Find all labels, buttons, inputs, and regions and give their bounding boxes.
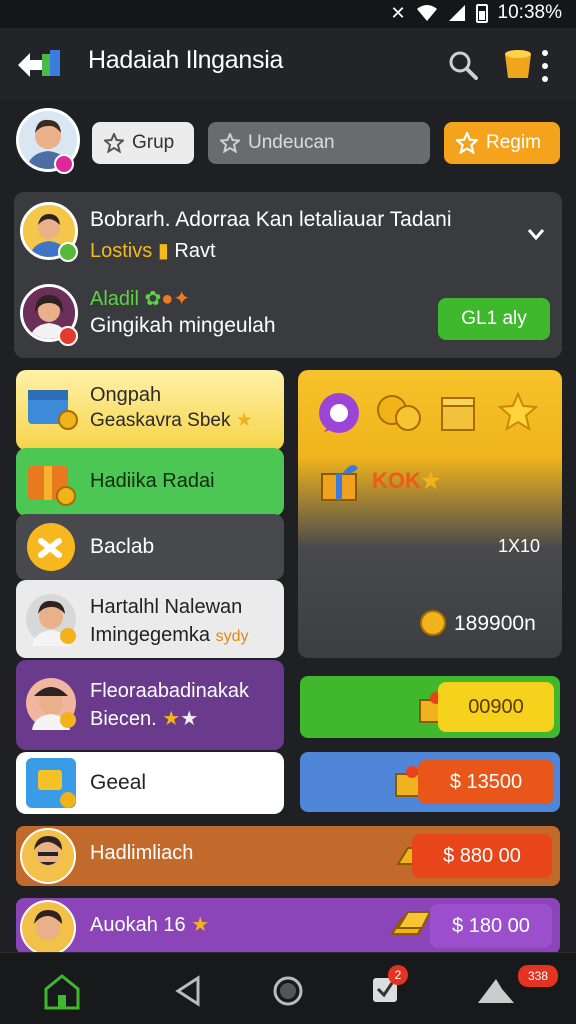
list-item-title: Ongpah <box>90 384 162 406</box>
get-button[interactable]: GL1 aly <box>438 298 550 340</box>
gift-icon <box>321 465 358 501</box>
notification-subtitle: Lostivs ▮ Ravt <box>90 238 216 263</box>
star-outline-icon <box>104 133 124 153</box>
list-item-subtitle: Imingegemka sydy <box>90 624 249 646</box>
notification-title: Bobrarh. Adorraa Kan letaliauar Tadani <box>90 208 452 231</box>
panel-badge-text: KOK★ <box>372 468 441 493</box>
back-arrow-icon[interactable] <box>16 48 62 82</box>
list-item-title: Hadiika Radai <box>90 470 215 492</box>
mute-icon: ✕ <box>390 2 406 24</box>
notification-subtitle-rest: Ravt <box>174 240 216 262</box>
clock: 10:38% <box>497 2 562 23</box>
offer-row[interactable]: Hadlimliach $ 880 00 <box>16 826 560 886</box>
avatar <box>20 828 76 884</box>
chevron-down-icon[interactable] <box>526 224 546 244</box>
box-icon <box>441 397 475 431</box>
notification-badge: 338 <box>518 965 558 987</box>
chip-label: Grup <box>132 132 175 153</box>
list-item[interactable]: Fleoraabadinakak Biecen. ★★ <box>16 660 284 750</box>
panel-count: 1X10 <box>498 536 541 556</box>
list-item[interactable]: Hartalhl Nalewan Imingegemka sydy <box>16 580 284 658</box>
notification-tag: Lostivs <box>90 240 153 262</box>
list-item-title: Fleoraabadinakak <box>90 680 249 702</box>
avatar <box>20 900 76 956</box>
treasure-box-icon <box>28 390 78 430</box>
list-item-subtitle: Biecen. ★★ <box>90 708 199 730</box>
offer-row[interactable]: $ 13500 <box>300 752 560 812</box>
badge-icon <box>27 523 75 571</box>
status-dot-icon <box>54 154 74 174</box>
signal-icon <box>448 5 465 21</box>
more-menu-icon[interactable] <box>538 50 552 82</box>
notification-badge: 2 <box>388 965 408 985</box>
chip-regim[interactable]: Regim <box>444 122 560 164</box>
send-icon[interactable] <box>476 975 516 1005</box>
ticket-icon <box>26 758 76 808</box>
list-item[interactable]: Geeal <box>16 752 284 814</box>
app-bar: Hadaiah Ilngansia <box>0 28 576 100</box>
offer-row[interactable]: 00900 <box>300 676 560 738</box>
home-icon[interactable] <box>42 973 82 1011</box>
chip-label: Regim <box>486 132 541 153</box>
coin-cup-icon[interactable] <box>503 48 533 80</box>
nav-back-icon[interactable] <box>174 975 202 1007</box>
list-item[interactable]: Ongpah Geaskavra Sbek ★ <box>16 370 284 450</box>
nav-home-circle-icon[interactable] <box>272 975 304 1007</box>
status-bar: ✕ 10:38% <box>0 0 576 28</box>
offer-row[interactable]: Auokah 16 ★ $ 180 00 <box>16 898 560 956</box>
notification-message: Gingikah mingeulah <box>90 314 276 337</box>
list-item-title: Geeal <box>90 771 147 794</box>
price-tag[interactable]: $ 180 00 <box>430 904 552 948</box>
search-icon[interactable] <box>448 50 478 80</box>
avatar <box>26 678 76 730</box>
chat-bubble-icon <box>319 393 359 433</box>
chip-label: Undeucan <box>248 132 335 153</box>
list-item[interactable]: Hadiika Radai <box>16 448 284 516</box>
coin-icon <box>420 610 446 636</box>
list-item-title: Hartalhl Nalewan <box>90 596 243 618</box>
alert-badge-icon <box>58 326 78 346</box>
price-tag[interactable]: $ 880 00 <box>412 834 552 878</box>
star-outline-icon <box>456 132 478 154</box>
star-outline-icon <box>220 133 240 153</box>
offer-row-label: Hadlimliach <box>90 842 194 864</box>
star-icon <box>498 392 538 432</box>
avatar <box>26 594 76 646</box>
list-item[interactable]: Baclab <box>16 514 284 580</box>
panel-total: 189900n <box>454 612 536 635</box>
coins-icon <box>377 395 421 431</box>
notification-card[interactable]: Bobrarh. Adorraa Kan letaliauar Tadani L… <box>14 192 562 358</box>
ticket-icon: ▮ <box>157 240 169 262</box>
price-tag[interactable]: $ 13500 <box>418 760 554 804</box>
battery-icon <box>475 4 488 23</box>
bottom-nav: 2 338 <box>0 952 576 1024</box>
chip-grup[interactable]: Grup <box>92 122 194 164</box>
gift-box-icon <box>28 466 76 506</box>
wifi-icon <box>416 5 437 21</box>
page-title: Hadaiah Ilngansia <box>88 46 284 74</box>
list-item-title: Baclab <box>90 535 155 558</box>
gold-bar-icon <box>390 911 432 935</box>
chip-undeucan[interactable]: Undeucan <box>208 122 430 164</box>
offer-row-label: Auokah 16 ★ <box>90 914 210 936</box>
sender-name: Aladil ✿●✦ <box>90 288 191 310</box>
list-item-subtitle: Geaskavra Sbek ★ <box>90 410 253 431</box>
rewards-panel[interactable]: KOK★ 1X10 189900n <box>298 370 562 658</box>
online-badge-icon <box>58 242 78 262</box>
price-tag[interactable]: 00900 <box>438 682 554 732</box>
